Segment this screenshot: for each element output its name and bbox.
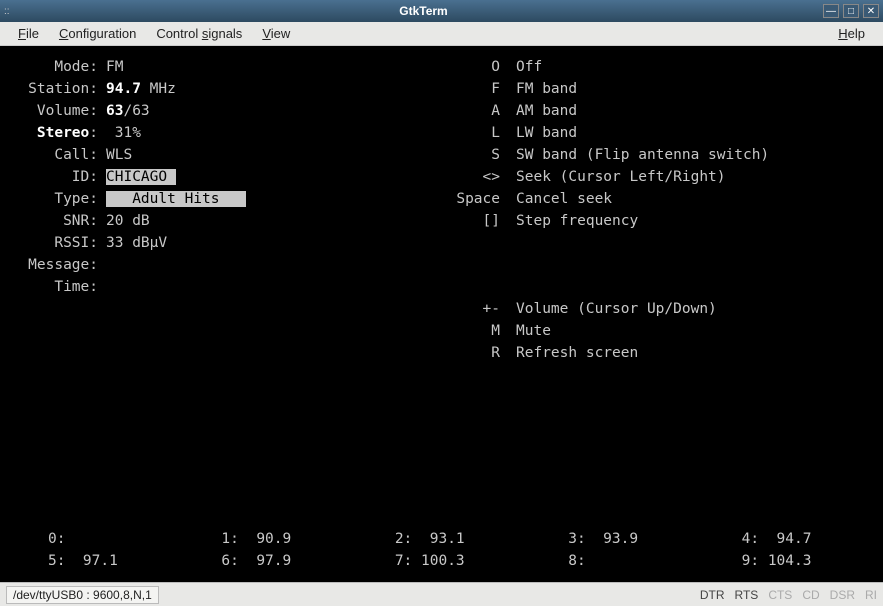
preset-1: 1: 90.9 bbox=[181, 528, 354, 550]
close-button[interactable]: ✕ bbox=[863, 4, 879, 18]
preset-7: 7: 100.3 bbox=[355, 550, 528, 572]
help-text: Seek (Cursor Left/Right) bbox=[516, 169, 726, 185]
menu-control-signals[interactable]: Control signals bbox=[146, 24, 252, 43]
preset-list: 0: 1: 90.9 2: 93.1 3: 93.9 4: 94.7 5: 97… bbox=[8, 528, 875, 572]
terminal-output: Mode:FM Station:94.7 MHz Volume:63/63 St… bbox=[0, 46, 883, 582]
status-dsr: DSR bbox=[830, 588, 855, 602]
stereo-value: 31% bbox=[106, 122, 141, 144]
help-key: +- bbox=[440, 298, 500, 320]
type-value: Adult Hits bbox=[106, 191, 246, 207]
minimize-button[interactable]: — bbox=[823, 4, 839, 18]
help-key: O bbox=[440, 56, 500, 78]
volume-label: Volume: bbox=[8, 100, 98, 122]
snr-label: SNR: bbox=[8, 210, 98, 232]
help-text: Off bbox=[516, 59, 542, 75]
volume-value: 63 bbox=[106, 103, 123, 119]
time-label: Time: bbox=[8, 276, 98, 298]
volume-max: /63 bbox=[123, 103, 149, 119]
menu-help[interactable]: Help bbox=[828, 24, 875, 43]
status-signals: DTR RTS CTS CD DSR RI bbox=[700, 588, 877, 602]
preset-4: 4: 94.7 bbox=[702, 528, 875, 550]
station-unit: MHz bbox=[141, 81, 176, 97]
help-key: Space bbox=[440, 188, 500, 210]
help-key: R bbox=[440, 342, 500, 364]
status-cd: CD bbox=[802, 588, 819, 602]
help-commands: O Off F FM band A AM band L LW band S SW band… bbox=[440, 56, 769, 364]
menu-configuration[interactable]: Configuration bbox=[49, 24, 146, 43]
help-text: LW band bbox=[516, 125, 577, 141]
station-freq: 94.7 bbox=[106, 81, 141, 97]
type-label: Type: bbox=[8, 188, 98, 210]
status-ri: RI bbox=[865, 588, 877, 602]
titlebar: :: GtkTerm — □ ✕ bbox=[0, 0, 883, 22]
preset-8: 8: bbox=[528, 550, 701, 572]
status-cts: CTS bbox=[768, 588, 792, 602]
help-text: Step frequency bbox=[516, 213, 638, 229]
help-key: M bbox=[440, 320, 500, 342]
snr-value: 20 dB bbox=[106, 210, 150, 232]
help-text: Mute bbox=[516, 323, 551, 339]
maximize-button[interactable]: □ bbox=[843, 4, 859, 18]
rssi-value: 33 dBµV bbox=[106, 232, 167, 254]
help-text: Cancel seek bbox=[516, 191, 612, 207]
help-key: A bbox=[440, 100, 500, 122]
menu-view[interactable]: View bbox=[252, 24, 300, 43]
help-text: SW band (Flip antenna switch) bbox=[516, 147, 769, 163]
statusbar: /dev/ttyUSB0 : 9600,8,N,1 DTR RTS CTS CD… bbox=[0, 582, 883, 606]
station-label: Station: bbox=[8, 78, 98, 100]
help-text: AM band bbox=[516, 103, 577, 119]
menu-file[interactable]: File bbox=[8, 24, 49, 43]
preset-9: 9: 104.3 bbox=[702, 550, 875, 572]
id-label: ID: bbox=[8, 166, 98, 188]
help-text: Refresh screen bbox=[516, 345, 638, 361]
preset-5: 5: 97.1 bbox=[8, 550, 181, 572]
help-text: Volume (Cursor Up/Down) bbox=[516, 301, 717, 317]
preset-2: 2: 93.1 bbox=[355, 528, 528, 550]
mode-value: FM bbox=[106, 56, 123, 78]
status-rts[interactable]: RTS bbox=[735, 588, 759, 602]
call-label: Call: bbox=[8, 144, 98, 166]
menubar: File Configuration Control signals View … bbox=[0, 22, 883, 46]
status-port: /dev/ttyUSB0 : 9600,8,N,1 bbox=[6, 586, 159, 604]
id-value: CHICAGO bbox=[106, 169, 176, 185]
message-label: Message: bbox=[8, 254, 98, 276]
help-key: <> bbox=[440, 166, 500, 188]
help-key: [] bbox=[440, 210, 500, 232]
preset-3: 3: 93.9 bbox=[528, 528, 701, 550]
window-controls: — □ ✕ bbox=[823, 4, 879, 18]
help-key: S bbox=[440, 144, 500, 166]
preset-0: 0: bbox=[8, 528, 181, 550]
rssi-label: RSSI: bbox=[8, 232, 98, 254]
help-key: F bbox=[440, 78, 500, 100]
help-key: L bbox=[440, 122, 500, 144]
window-title: GtkTerm bbox=[24, 4, 823, 18]
mode-label: Mode: bbox=[8, 56, 98, 78]
app-icon: :: bbox=[4, 6, 18, 17]
call-value: WLS bbox=[106, 144, 132, 166]
help-text: FM band bbox=[516, 81, 577, 97]
stereo-label: Stereo bbox=[37, 125, 89, 141]
status-dtr[interactable]: DTR bbox=[700, 588, 725, 602]
preset-6: 6: 97.9 bbox=[181, 550, 354, 572]
